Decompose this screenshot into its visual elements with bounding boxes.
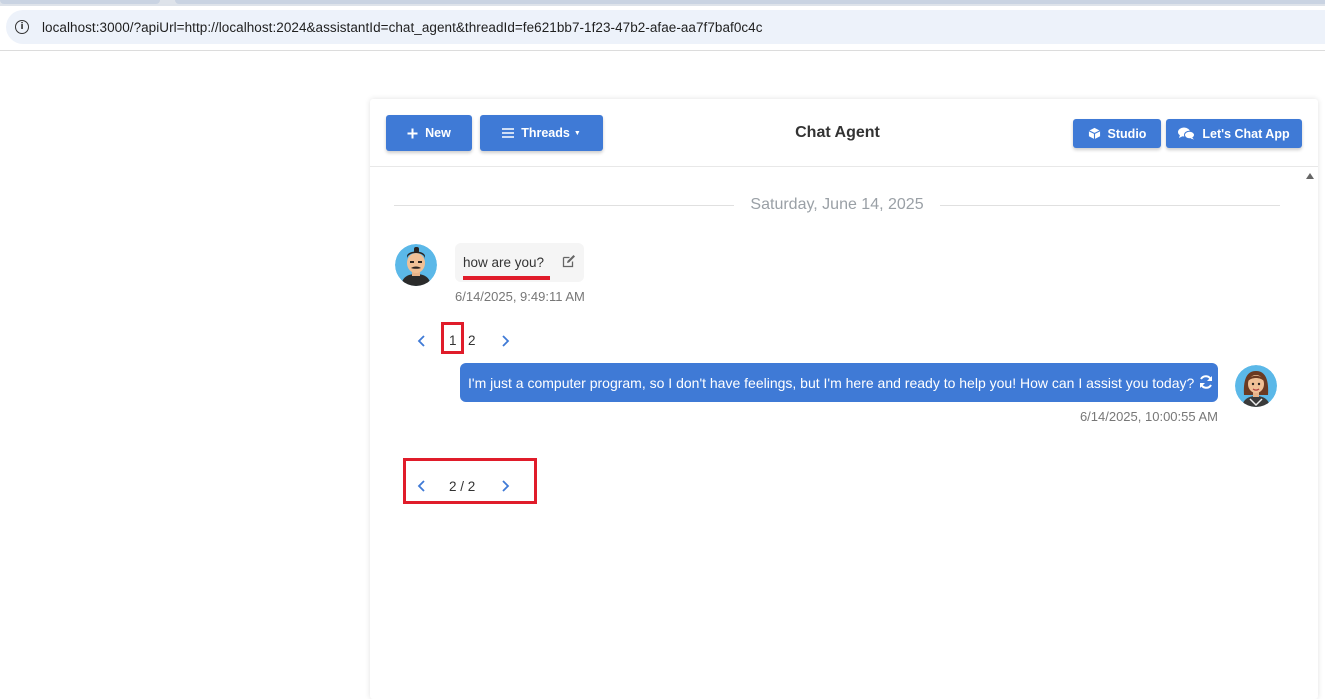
user-message-text: how are you? (463, 255, 545, 270)
user-avatar (395, 244, 437, 286)
address-bar[interactable]: i localhost:3000/?apiUrl=http://localhos… (6, 10, 1325, 44)
date-label: Saturday, June 14, 2025 (750, 196, 924, 213)
chevron-right-icon[interactable] (498, 334, 512, 348)
tab-strip (0, 0, 1325, 6)
browser-divider (0, 50, 1325, 51)
page-title: Chat Agent (795, 124, 880, 141)
response-pager-label: 2 / 2 (449, 479, 476, 494)
date-separator: Saturday, June 14, 2025 (394, 196, 1281, 214)
cube-icon (1088, 127, 1101, 140)
divider (394, 204, 735, 206)
studio-button[interactable]: Studio (1073, 119, 1161, 148)
chat-app-label: Let's Chat App (1202, 126, 1290, 141)
chat-header: New Threads ▼ Chat Agent Studio Let's Ch… (370, 99, 1318, 167)
active-tab[interactable] (0, 0, 160, 4)
assistant-message-bubble: I'm just a computer program, so I don't … (460, 363, 1218, 402)
chat-panel: New Threads ▼ Chat Agent Studio Let's Ch… (370, 99, 1318, 699)
user-message-timestamp: 6/14/2025, 9:49:11 AM (455, 289, 585, 304)
assistant-message-text: I'm just a computer program, so I don't … (468, 374, 1195, 391)
tab-strip-background (175, 0, 1325, 4)
edit-icon[interactable] (562, 254, 576, 268)
comments-icon (1178, 127, 1196, 140)
chat-app-button[interactable]: Let's Chat App (1166, 119, 1302, 148)
url-text[interactable]: localhost:3000/?apiUrl=http://localhost:… (42, 20, 763, 35)
divider (939, 204, 1281, 206)
info-icon[interactable]: i (15, 20, 29, 34)
scroll-up-arrow-icon[interactable] (1306, 173, 1314, 179)
chevron-right-icon[interactable] (498, 479, 512, 493)
refresh-icon[interactable] (1198, 374, 1214, 390)
highlight-box-current-page (441, 322, 464, 354)
highlight-underline (463, 276, 550, 280)
chevron-left-icon[interactable] (415, 334, 429, 348)
studio-label: Studio (1107, 126, 1147, 141)
chevron-left-icon[interactable] (415, 479, 429, 493)
branch-page-2[interactable]: 2 (468, 333, 476, 348)
assistant-avatar (1235, 365, 1277, 407)
assistant-message-timestamp: 6/14/2025, 10:00:55 AM (1079, 409, 1218, 424)
